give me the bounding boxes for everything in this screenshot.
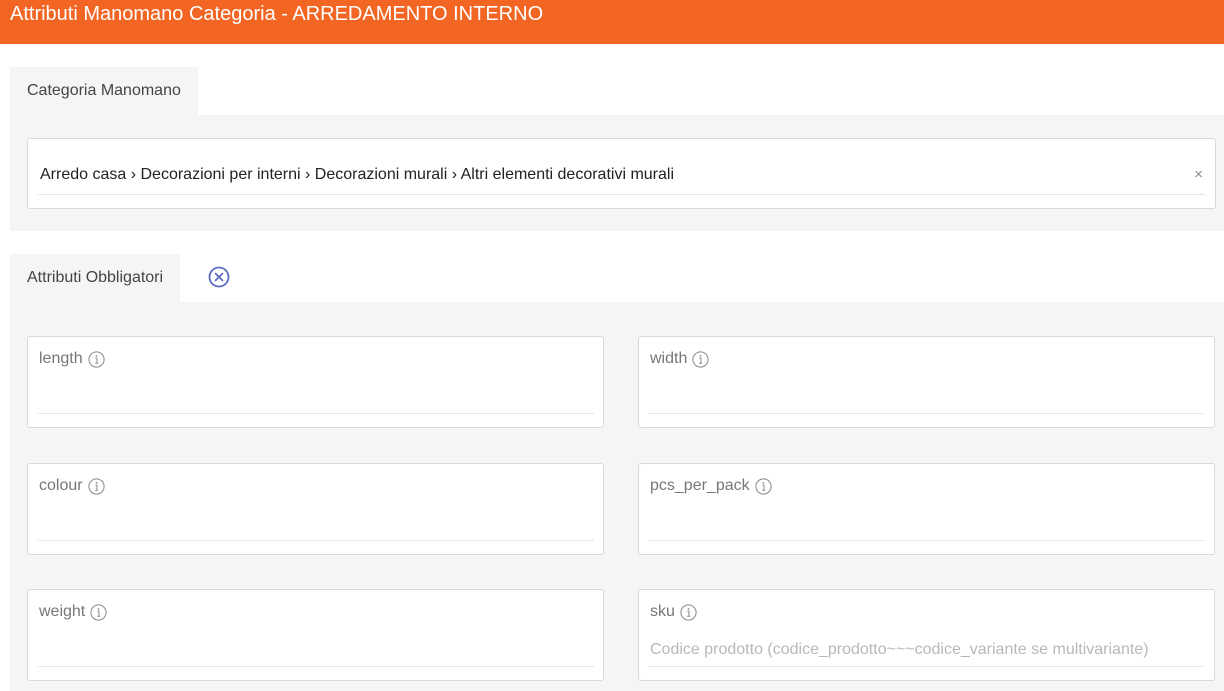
field-weight: weight: [27, 589, 604, 681]
field-underline: [649, 666, 1204, 667]
label-text: sku: [650, 603, 675, 620]
tab-label: Categoria Manomano: [27, 82, 181, 99]
field-label-colour: colour: [39, 477, 105, 495]
category-panel: Arredo casa › Decorazioni per interni › …: [10, 115, 1224, 231]
label-text: colour: [39, 477, 83, 494]
colour-input[interactable]: [39, 510, 592, 538]
field-underline: [38, 413, 593, 414]
field-underline: [38, 666, 593, 667]
field-colour: colour: [27, 463, 604, 555]
clear-selection-icon[interactable]: ×: [1194, 167, 1203, 183]
field-label-length: length: [39, 350, 105, 368]
field-pcs-per-pack: pcs_per_pack: [638, 463, 1215, 555]
field-label-sku: sku: [650, 603, 697, 621]
category-select[interactable]: Arredo casa › Decorazioni per interni › …: [27, 138, 1216, 209]
page-header: Attributi Manomano Categoria - ARREDAMEN…: [0, 0, 1224, 44]
field-underline: [38, 540, 593, 541]
page-title: Attributi Manomano Categoria - ARREDAMEN…: [10, 3, 544, 25]
attributes-panel: length width colour pcs_per_pack weight …: [10, 302, 1224, 691]
field-underline: [649, 413, 1204, 414]
sku-input[interactable]: [650, 636, 1203, 664]
tab-label: Attributi Obbligatori: [27, 269, 164, 286]
weight-input[interactable]: [39, 636, 592, 664]
info-icon[interactable]: [87, 477, 105, 495]
label-text: pcs_per_pack: [650, 477, 750, 494]
label-text: width: [650, 350, 688, 367]
length-input[interactable]: [39, 383, 592, 411]
field-label-pcs-per-pack: pcs_per_pack: [650, 477, 772, 495]
pcs-per-pack-input[interactable]: [650, 510, 1203, 538]
field-length: length: [27, 336, 604, 428]
field-width: width: [638, 336, 1215, 428]
info-icon[interactable]: [87, 350, 105, 368]
info-icon[interactable]: [692, 350, 709, 368]
field-label-weight: weight: [39, 603, 107, 621]
info-icon[interactable]: [755, 477, 772, 495]
field-underline: [649, 540, 1204, 541]
field-sku: sku: [638, 589, 1215, 681]
tab-attributi-obbligatori: Attributi Obbligatori: [10, 254, 181, 302]
field-label-width: width: [650, 350, 709, 368]
field-underline: [38, 194, 1205, 195]
tab-categoria-manomano: Categoria Manomano: [10, 67, 198, 115]
width-input[interactable]: [650, 383, 1203, 411]
label-text: length: [39, 350, 83, 367]
label-text: weight: [39, 603, 86, 620]
info-icon[interactable]: [680, 603, 697, 621]
close-circle-icon[interactable]: [208, 266, 230, 288]
info-icon[interactable]: [90, 603, 107, 621]
category-selected-value: Arredo casa › Decorazioni per interni › …: [40, 166, 675, 183]
